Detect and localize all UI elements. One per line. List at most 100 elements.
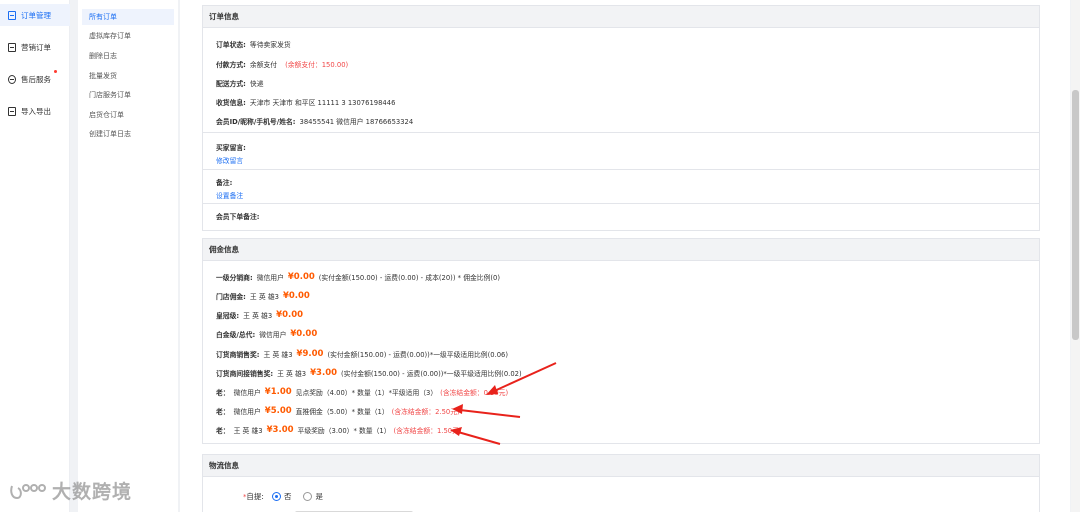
commission-formula: 见点奖励（4.00）* 数量（1）*平级适用（3） (295, 389, 438, 397)
logistics-title: 物流信息 (203, 455, 1039, 477)
commission-recipient: 王 英 雄3 (233, 427, 263, 435)
scrollbar-thumb[interactable] (1072, 90, 1079, 340)
commission-row: 老： 微信用户 ¥5.00 直推佣金（5.00）* 数量（1） (含冻结金额：2.50元… (216, 406, 460, 416)
commission-recipient: 微信用户 (233, 408, 261, 416)
watermark: 大数跨境 (8, 477, 132, 504)
commission-title: 佣金信息 (203, 239, 1039, 261)
commission-amount: ¥1.00 (264, 387, 292, 397)
receiver-row: 收货信息: 天津市 天津市 和平区 11111 3 13076198446 (216, 99, 396, 107)
commission-recipient: 微信用户 (233, 389, 261, 397)
order-icon (8, 10, 16, 20)
commission-row: 门店佣金: 王 英 雄3 ¥0.00 (216, 291, 314, 301)
commission-label: 订货商间接销售奖: (216, 370, 274, 378)
subnav-virtual-stock[interactable]: 虚拟库存订单 (82, 28, 174, 44)
buyer-message-label: 买家留言: (216, 144, 246, 152)
commission-label: 一级分销商: (216, 274, 253, 282)
main-content: 订单信息 订单状态: 等待卖家发货 付款方式: 余额支付 (余额支付：150.0… (180, 0, 1070, 512)
commission-row: 老：王 英 雄3 ¥3.00 平级奖励（3.00）* 数量（1） (含冻结金额：1.5… (216, 425, 462, 435)
sidebar-item-orders[interactable]: 订单管理 (0, 4, 70, 26)
self-pickup-yes-radio[interactable]: 是 (303, 491, 323, 502)
commission-label: 订货商销售奖: (216, 351, 260, 359)
watermark-text: 大数跨境 (52, 481, 133, 503)
self-pickup-no-radio[interactable]: 否 (271, 491, 291, 502)
subnav-store-service[interactable]: 门店服务订单 (82, 87, 174, 103)
subnav-delete-log[interactable]: 删除日志 (82, 48, 174, 64)
divider (203, 169, 1039, 170)
order-status-value: 等待卖家发货 (249, 41, 291, 49)
secondary-sidebar: 所有订单 虚拟库存订单 删除日志 批量发货 门店服务订单 启货仓订单 创建订单日… (78, 0, 178, 512)
commission-recipient: 王 英 雄3 (277, 370, 307, 378)
order-status-row: 订单状态: 等待卖家发货 (216, 41, 291, 49)
sidebar-item-label: 导入导出 (21, 106, 51, 116)
commission-amount: ¥0.00 (276, 310, 304, 320)
primary-sidebar: 订单管理 营销订单 售后服务 导入导出 (0, 0, 70, 512)
edit-message-link[interactable]: 修改留言 (216, 155, 243, 165)
commission-formula: (实付金额(150.00) - 运费(0.00))*一级平级适用比例(0.02) (341, 370, 522, 378)
remark-link-row: 设置备注 (216, 190, 243, 200)
commission-formula: 平级奖励（3.00）* 数量（1） (297, 427, 391, 435)
subnav-warehouse-orders[interactable]: 启货仓订单 (82, 107, 174, 123)
commission-row: 老： 微信用户 ¥1.00 见点奖励（4.00）* 数量（1）*平级适用（3） (含冻结… (216, 387, 508, 397)
commission-frozen-note: (含冻结金额：2.50元) (391, 408, 460, 416)
order-info-card: 订单信息 订单状态: 等待卖家发货 付款方式: 余额支付 (余额支付：150.0… (202, 5, 1040, 231)
commission-row: 订货商间接销售奖: 王 英 雄3 ¥3.00 (实付金额(150.00) - 运费(0… (216, 368, 522, 378)
commission-label: 老： (216, 408, 230, 416)
order-info-title: 订单信息 (203, 6, 1039, 28)
self-pickup-row: * 自提: 否 是 (243, 491, 323, 502)
commission-amount: ¥0.00 (290, 329, 318, 339)
commission-formula: (实付金额(150.00) - 运费(0.00))*一级平级适用比例(0.06) (327, 351, 509, 359)
sidebar-item-label: 售后服务 (21, 74, 51, 84)
commission-amount: ¥0.00 (287, 272, 315, 282)
commission-label: 白金级/总代: (216, 331, 256, 339)
commission-formula: 直推佣金（5.00）* 数量（1） (295, 408, 389, 416)
subnav-all-orders[interactable]: 所有订单 (82, 9, 174, 25)
marketing-icon (8, 42, 16, 52)
commission-card: 佣金信息 一级分销商: 微信用户 ¥0.00 (实付金额(150.00) - 运费(0… (202, 238, 1040, 444)
commission-amount: ¥3.00 (266, 425, 294, 435)
sidebar-item-label: 营销订单 (21, 42, 51, 52)
commission-label: 皇冠级: (216, 312, 240, 320)
commission-amount: ¥9.00 (296, 349, 324, 359)
notification-dot (54, 70, 57, 73)
sidebar-item-label: 订单管理 (21, 10, 51, 20)
commission-row: 订货商销售奖: 王 英 雄3 ¥9.00 (实付金额(150.00) - 运费(0.0… (216, 349, 508, 359)
commission-frozen-note: (含冻结金额：0.50元) (440, 389, 509, 397)
commission-recipient: 王 英 雄3 (243, 312, 273, 320)
commission-row: 白金级/总代: 微信用户 ¥0.00 (216, 329, 321, 339)
commission-recipient: 王 英 雄3 (249, 293, 279, 301)
commission-label: 老： (216, 389, 230, 397)
commission-label: 老： (216, 427, 230, 435)
commission-recipient: 微信用户 (259, 331, 287, 339)
sidebar-item-import-export[interactable]: 导入导出 (0, 100, 70, 122)
radio-unchecked-icon (303, 492, 313, 501)
commission-amount: ¥5.00 (264, 406, 292, 416)
watermark-logo-icon (10, 483, 46, 499)
radio-checked-icon (271, 492, 281, 501)
buyer-message-link-row: 修改留言 (216, 155, 243, 165)
commission-amount: ¥0.00 (282, 291, 310, 301)
set-remark-link[interactable]: 设置备注 (216, 190, 243, 200)
pay-method-row: 付款方式: 余额支付 (余额支付：150.00) (216, 61, 349, 69)
commission-label: 门店佣金: (216, 293, 246, 301)
member-row: 会员ID/昵称/手机号/姓名: 38455541 微信用户 1876665332… (216, 118, 414, 126)
commission-recipient: 微信用户 (256, 274, 284, 282)
divider (203, 132, 1039, 133)
sidebar-item-aftersale[interactable]: 售后服务 (0, 68, 70, 90)
commission-row: 皇冠级: 王 英 雄3 ¥0.00 (216, 310, 307, 320)
member-remark-row: 会员下单备注: (216, 213, 260, 221)
commission-recipient: 王 英 雄3 (263, 351, 293, 359)
sidebar-item-marketing[interactable]: 营销订单 (0, 36, 70, 58)
remark-label: 备注: (216, 179, 233, 187)
service-icon (8, 74, 16, 84)
import-export-icon (8, 106, 16, 116)
subnav-batch-ship[interactable]: 批量发货 (82, 68, 174, 84)
commission-row: 一级分销商: 微信用户 ¥0.00 (实付金额(150.00) - 运费(0.00) … (216, 272, 500, 282)
logistics-card: 物流信息 * 自提: 否 是 (202, 454, 1040, 512)
subnav-create-log[interactable]: 创建订单日志 (82, 126, 174, 142)
ship-method-row: 配送方式: 快递 (216, 80, 264, 88)
commission-amount: ¥3.00 (310, 368, 338, 378)
scrollbar[interactable] (1071, 0, 1080, 512)
commission-formula: (实付金额(150.00) - 运费(0.00) - 成本(20)) * 佣金比… (318, 274, 501, 282)
commission-frozen-note: (含冻结金额：1.50元) (393, 427, 462, 435)
divider (203, 203, 1039, 204)
